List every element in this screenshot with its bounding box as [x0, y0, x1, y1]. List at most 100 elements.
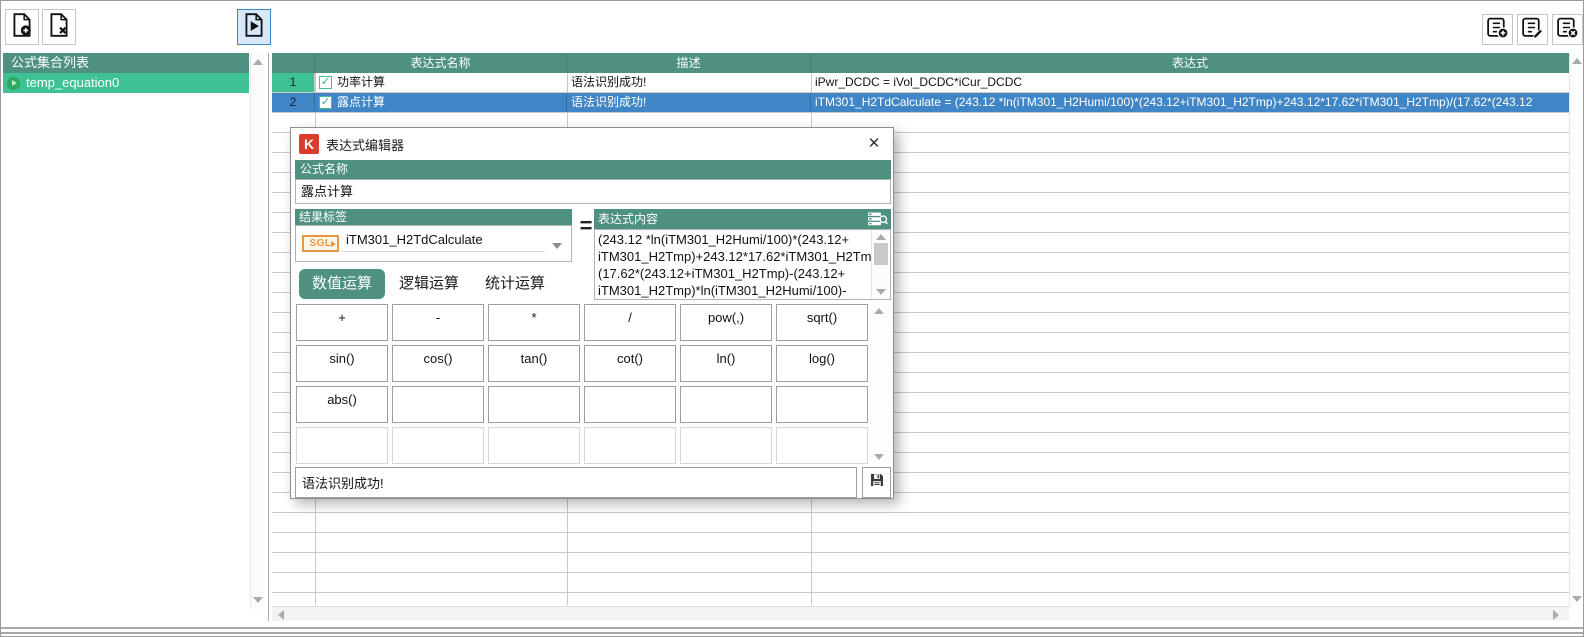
new-formula-set-button[interactable]	[5, 9, 39, 45]
operator-button-empty	[680, 427, 772, 464]
operator-button-empty	[488, 427, 580, 464]
sidebar-item-label: temp_equation0	[26, 73, 119, 93]
operator-button[interactable]: cos()	[392, 345, 484, 382]
row-index: 2	[272, 93, 315, 112]
sidebar-item-temp-equation0[interactable]: temp_equation0	[3, 73, 249, 93]
operator-button[interactable]: sin()	[296, 345, 388, 382]
expression-name: 功率计算	[337, 73, 385, 92]
expr-line: iTM301_H2Tmp)*ln(iTM301_H2Humi/100)-	[598, 282, 868, 299]
scrollbar-thumb[interactable]	[874, 243, 888, 265]
table-header-row: 表达式名称 描述 表达式	[272, 53, 1569, 73]
scroll-down-icon[interactable]	[1572, 596, 1582, 602]
expression-name: 露点计算	[337, 93, 385, 112]
play-circle-icon	[7, 77, 20, 90]
operator-button[interactable]: *	[488, 304, 580, 341]
scroll-up-icon[interactable]	[876, 234, 886, 240]
result-label-dropdown[interactable]: SGL iTM301_H2TdCalculate	[295, 225, 572, 262]
tab-logic-ops[interactable]: 逻辑运算	[393, 269, 465, 299]
operator-button-empty	[584, 427, 676, 464]
scroll-up-icon[interactable]	[1572, 58, 1582, 64]
operator-button-empty	[488, 386, 580, 423]
run-formula-set-button[interactable]	[237, 9, 271, 45]
expr-line: (243.12 *ln(iTM301_H2Humi/100)*(243.12+	[598, 231, 868, 248]
expression-formula-cell: iPwr_DCDC = iVol_DCDC*iCur_DCDC	[811, 73, 1569, 92]
list-edit-icon	[1520, 15, 1545, 45]
expression-content-header: 表达式内容	[594, 209, 891, 229]
table-horizontal-scrollbar[interactable]	[272, 606, 1569, 621]
expression-name-cell: ✓ 功率计算	[315, 73, 567, 92]
document-delete-icon	[46, 12, 72, 43]
tab-stat-ops[interactable]: 统计运算	[479, 269, 551, 299]
window-bottom-line	[1, 627, 1584, 629]
operator-button[interactable]: cot()	[584, 345, 676, 382]
scroll-up-icon[interactable]	[874, 308, 884, 314]
operator-button-empty	[776, 427, 868, 464]
operator-button-empty	[296, 427, 388, 464]
operator-button[interactable]: ln()	[680, 345, 772, 382]
expression-desc-cell: 语法识别成功!	[567, 93, 811, 112]
operator-button-empty	[680, 386, 772, 423]
expression-desc-cell: 语法识别成功!	[567, 73, 811, 92]
checkbox-checked-icon[interactable]: ✓	[319, 76, 332, 89]
operator-button-empty	[776, 386, 868, 423]
scroll-right-icon[interactable]	[1553, 610, 1559, 620]
column-header-expr: 表达式	[811, 53, 1569, 73]
operator-button[interactable]: /	[584, 304, 676, 341]
operator-button[interactable]: log()	[776, 345, 868, 382]
expression-content-textarea[interactable]: (243.12 *ln(iTM301_H2Humi/100)*(243.12+ …	[594, 229, 891, 300]
list-add-icon	[1485, 15, 1510, 45]
formula-set-list-header: 公式集合列表	[3, 53, 249, 73]
operator-grid-scrollbar[interactable]	[870, 304, 889, 464]
document-add-icon	[9, 12, 35, 43]
operator-button[interactable]: pow(,)	[680, 304, 772, 341]
operator-button[interactable]: -	[392, 304, 484, 341]
column-header-index	[272, 53, 315, 73]
scroll-down-icon[interactable]	[876, 289, 886, 295]
expr-line: (17.62*(243.12+iTM301_H2Tmp)-(243.12+	[598, 265, 868, 282]
app-logo-icon: K	[299, 134, 319, 154]
column-header-name: 表达式名称	[315, 53, 567, 73]
add-expression-button[interactable]	[1482, 14, 1513, 45]
table-row[interactable]: 1 ✓ 功率计算 语法识别成功! iPwr_DCDC = iVol_DCDC*i…	[272, 73, 1569, 93]
scroll-up-icon[interactable]	[253, 59, 263, 65]
expr-line: iTM301_H2Tmp)+243.12*17.62*iTM301_H2Tmp)…	[598, 248, 868, 265]
panel-divider	[268, 53, 269, 621]
combo-underline	[342, 251, 545, 252]
result-label-value: iTM301_H2TdCalculate	[346, 232, 483, 247]
row-index: 1	[272, 73, 315, 92]
operator-button-empty	[392, 427, 484, 464]
scroll-left-icon[interactable]	[278, 610, 284, 620]
table-row-selected[interactable]: 2 ✓ 露点计算 语法识别成功! iTM301_H2TdCalculate = …	[272, 93, 1569, 113]
sidebar-scrollbar[interactable]	[250, 53, 265, 609]
window-bottom-line	[1, 632, 1584, 634]
operator-button[interactable]: +	[296, 304, 388, 341]
scroll-down-icon[interactable]	[874, 454, 884, 460]
chevron-down-icon[interactable]	[552, 243, 562, 249]
column-header-desc: 描述	[567, 53, 811, 73]
scroll-down-icon[interactable]	[253, 597, 263, 603]
checkbox-checked-icon[interactable]: ✓	[319, 96, 332, 109]
delete-formula-set-button[interactable]	[42, 9, 76, 45]
expression-name-cell: ✓ 露点计算	[315, 93, 567, 112]
save-button[interactable]	[862, 467, 891, 498]
edit-expression-button[interactable]	[1517, 14, 1548, 45]
formula-name-label: 公式名称	[295, 160, 891, 179]
expression-editor-dialog: K 表达式编辑器 ✕ 公式名称 露点计算 结果标签 SGL iTM301_H2T…	[290, 127, 894, 499]
close-icon[interactable]: ✕	[861, 132, 887, 156]
save-icon	[868, 471, 886, 494]
formula-name-input[interactable]: 露点计算	[295, 179, 891, 204]
syntax-status-text: 语法识别成功!	[295, 467, 857, 498]
list-delete-icon	[1555, 15, 1580, 45]
operator-button[interactable]: abs()	[296, 386, 388, 423]
dialog-title: 表达式编辑器	[326, 135, 404, 154]
dialog-titlebar[interactable]: K 表达式编辑器	[291, 128, 893, 160]
expression-content-title: 表达式内容	[598, 212, 658, 226]
result-label-header: 结果标签	[295, 209, 572, 225]
tab-numeric-ops[interactable]: 数值运算	[299, 269, 385, 299]
operator-button[interactable]: tan()	[488, 345, 580, 382]
textarea-scrollbar[interactable]	[871, 230, 890, 299]
table-vertical-scrollbar[interactable]	[1569, 53, 1584, 607]
delete-expression-button[interactable]	[1552, 14, 1583, 45]
operator-button[interactable]: sqrt()	[776, 304, 868, 341]
app-window: 公式集合列表 temp_equation0 表达式名称 描述 表达式 1 ✓ 功…	[0, 0, 1584, 637]
